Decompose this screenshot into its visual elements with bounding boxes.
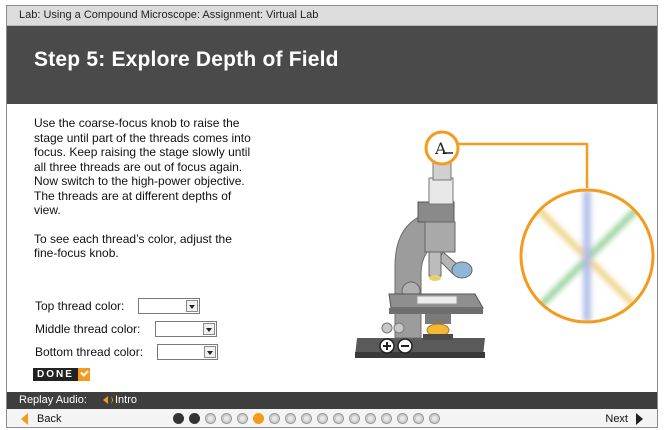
zoom-view xyxy=(519,188,655,324)
step-dot[interactable] xyxy=(189,413,200,424)
step-indicators xyxy=(173,413,440,424)
step-navigation: Back Next xyxy=(7,409,657,427)
done-button[interactable]: DONE xyxy=(33,368,90,381)
step-dot[interactable] xyxy=(237,413,248,424)
intro-audio-button[interactable]: Intro xyxy=(103,394,137,406)
audio-bar: Replay Audio: Intro xyxy=(7,392,657,409)
step-dot[interactable] xyxy=(221,413,232,424)
title-banner: Step 5: Explore Depth of Field xyxy=(7,26,657,104)
back-label: Back xyxy=(37,413,62,425)
page-title: Step 5: Explore Depth of Field xyxy=(34,48,339,71)
step-dot[interactable] xyxy=(429,413,440,424)
instructions: Use the coarse-focus knob to raise the s… xyxy=(34,116,254,275)
chevron-down-icon[interactable] xyxy=(204,346,216,358)
instructions-paragraph: To see each thread’s color, adjust the f… xyxy=(34,231,232,261)
step-dot[interactable] xyxy=(413,413,424,424)
microscope xyxy=(355,159,485,358)
step-dot[interactable] xyxy=(285,413,296,424)
step-dot[interactable] xyxy=(381,413,392,424)
plus-icon[interactable] xyxy=(379,338,395,354)
middle-thread-label: Middle thread color: xyxy=(35,322,141,336)
step-dot[interactable] xyxy=(349,413,360,424)
step-dot[interactable] xyxy=(269,413,280,424)
minus-icon[interactable] xyxy=(397,338,413,354)
eyepiece-highlight: A xyxy=(424,130,460,166)
microscope-scene: A xyxy=(355,130,655,358)
zoom-connector xyxy=(458,142,589,188)
next-button[interactable]: Next xyxy=(605,413,643,425)
svg-text:A: A xyxy=(434,139,447,158)
step-dot[interactable] xyxy=(365,413,376,424)
instructions-paragraph: Use the coarse-focus knob to raise the s… xyxy=(34,116,251,217)
middle-thread-color-select[interactable] xyxy=(155,321,217,337)
replay-audio-label: Replay Audio: xyxy=(19,394,87,406)
breadcrumb: Lab: Using a Compound Microscope: Assign… xyxy=(7,6,657,26)
lab-frame: Lab: Using a Compound Microscope: Assign… xyxy=(6,5,658,428)
intro-label: Intro xyxy=(115,394,138,406)
step-dot[interactable] xyxy=(301,413,312,424)
bottom-thread-color-select[interactable] xyxy=(157,344,218,360)
breadcrumb-text: Lab: Using a Compound Microscope: Assign… xyxy=(19,9,319,21)
speaker-icon xyxy=(103,395,113,405)
done-label: DONE xyxy=(33,368,78,381)
next-arrow-icon xyxy=(636,413,643,425)
bottom-thread-label: Bottom thread color: xyxy=(35,345,144,359)
step-dot[interactable] xyxy=(253,413,264,424)
top-thread-label: Top thread color: xyxy=(35,299,125,313)
next-label: Next xyxy=(605,413,628,425)
step-dot[interactable] xyxy=(317,413,328,424)
back-arrow-icon xyxy=(21,413,28,425)
step-dot[interactable] xyxy=(333,413,344,424)
top-thread-color-select[interactable] xyxy=(138,298,200,314)
chevron-down-icon[interactable] xyxy=(186,300,198,312)
chevron-down-icon[interactable] xyxy=(203,323,215,335)
step-dot[interactable] xyxy=(397,413,408,424)
check-icon xyxy=(77,368,90,381)
step-dot[interactable] xyxy=(205,413,216,424)
back-button[interactable]: Back xyxy=(21,413,61,425)
step-dot[interactable] xyxy=(173,413,184,424)
